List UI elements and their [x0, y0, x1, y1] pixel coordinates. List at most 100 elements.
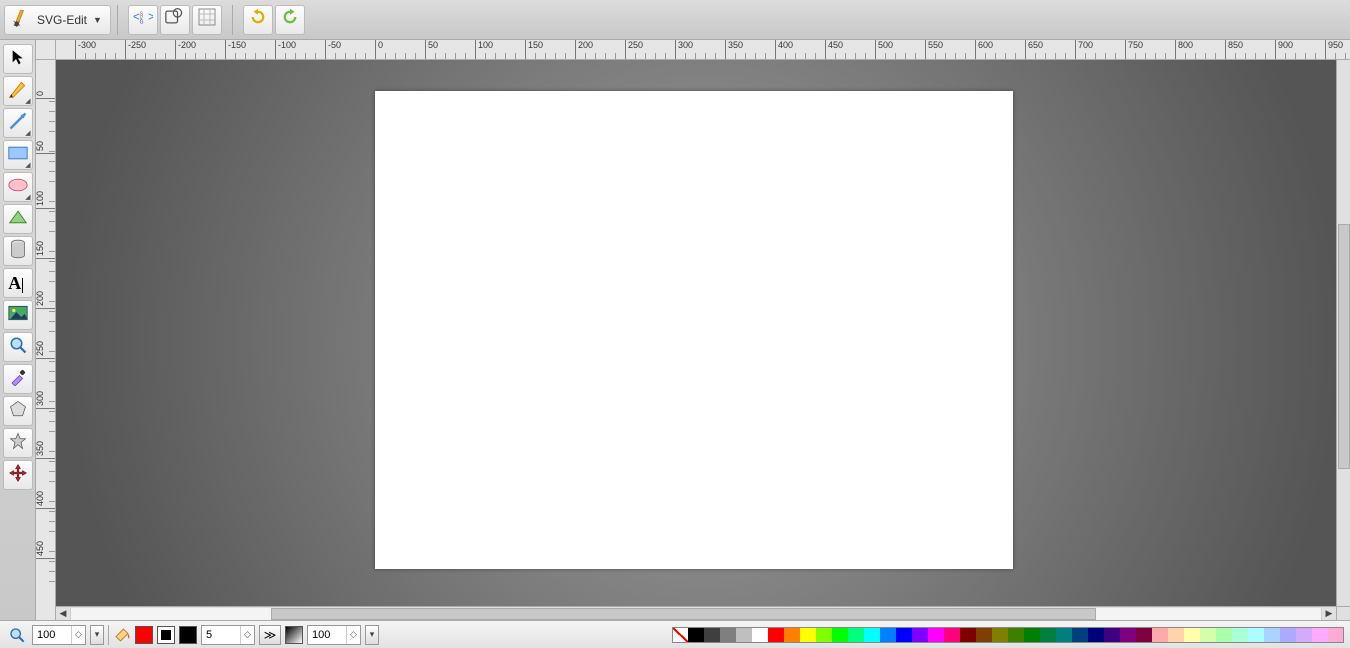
stepper-icon[interactable]: ◇	[240, 626, 254, 644]
opacity-input[interactable]: ◇	[307, 625, 361, 645]
palette-swatch[interactable]	[1184, 627, 1200, 643]
app-title: SVG-Edit	[37, 13, 87, 27]
scrollbar-thumb[interactable]	[1338, 224, 1350, 470]
zoom-input[interactable]: ◇	[32, 625, 86, 645]
palette-swatch[interactable]	[992, 627, 1008, 643]
palette-swatch[interactable]	[720, 627, 736, 643]
palette-swatch[interactable]	[1200, 627, 1216, 643]
fill-paint-icon[interactable]	[113, 626, 131, 644]
rect-tool[interactable]: ◢	[3, 140, 33, 170]
palette-swatch[interactable]	[1008, 627, 1024, 643]
main-menu-button[interactable]: SVG-Edit ▼	[4, 5, 111, 35]
eyedropper-icon	[9, 368, 27, 391]
move-icon	[9, 464, 27, 487]
move-tool[interactable]	[3, 460, 33, 490]
palette-swatch[interactable]	[912, 627, 928, 643]
scrollbar-thumb[interactable]	[271, 608, 1096, 620]
cylinder-tool[interactable]	[3, 236, 33, 266]
stepper-icon[interactable]: ◇	[346, 626, 360, 644]
svg-text:>: >	[148, 10, 153, 23]
palette-swatch[interactable]	[752, 627, 768, 643]
opacity-field[interactable]	[308, 626, 346, 644]
ruler-tick: 50	[425, 40, 438, 59]
palette-swatch[interactable]	[1264, 627, 1280, 643]
scroll-left-icon[interactable]: ◀	[56, 607, 70, 621]
vertical-scrollbar[interactable]	[1336, 60, 1350, 606]
palette-swatch[interactable]	[768, 627, 784, 643]
line-tool[interactable]: ◢	[3, 108, 33, 138]
select-tool[interactable]	[3, 44, 33, 74]
scroll-right-icon[interactable]: ▶	[1322, 607, 1336, 621]
zoom-value-field[interactable]	[33, 626, 71, 644]
fill-color-chip[interactable]	[135, 626, 153, 644]
palette-swatch[interactable]	[1232, 627, 1248, 643]
palette-swatch[interactable]	[864, 627, 880, 643]
palette-swatch[interactable]	[1216, 627, 1232, 643]
palette-swatch[interactable]	[1136, 627, 1152, 643]
palette-swatch[interactable]	[1120, 627, 1136, 643]
palette-swatch[interactable]	[800, 627, 816, 643]
polygon-icon	[9, 400, 27, 423]
vertical-ruler[interactable]: 050100150200250300350400450	[36, 60, 56, 620]
stroke-width-input[interactable]: ◇	[201, 625, 255, 645]
path-tool[interactable]	[3, 204, 33, 234]
redo-button[interactable]	[275, 5, 305, 35]
palette-swatch[interactable]	[1296, 627, 1312, 643]
ellipse-tool[interactable]: ◢	[3, 172, 33, 202]
stroke-color-chip[interactable]	[179, 626, 197, 644]
eyedropper-tool[interactable]	[3, 364, 33, 394]
zoom-icon[interactable]	[6, 624, 28, 646]
palette-swatch[interactable]	[1328, 627, 1344, 643]
document-properties-button[interactable]	[160, 5, 190, 35]
palette-swatch[interactable]	[1168, 627, 1184, 643]
palette-swatch[interactable]	[816, 627, 832, 643]
stroke-style-button[interactable]: ≫	[259, 625, 281, 645]
text-icon: A	[8, 273, 27, 294]
bottom-bar: ◇ ▾ ◇ ≫ ◇ ▾	[0, 620, 1350, 648]
stroke-preview-chip[interactable]	[157, 626, 175, 644]
scrollbar-track[interactable]	[70, 608, 1322, 620]
palette-swatch[interactable]	[1248, 627, 1264, 643]
palette-swatch[interactable]	[976, 627, 992, 643]
undo-button[interactable]	[243, 5, 273, 35]
text-tool[interactable]: A	[3, 268, 33, 298]
palette-swatch[interactable]	[1280, 627, 1296, 643]
work-area[interactable]: ◀ ▶	[56, 60, 1350, 620]
palette-swatch[interactable]	[1024, 627, 1040, 643]
stroke-width-field[interactable]	[202, 626, 240, 644]
palette-swatch[interactable]	[1072, 627, 1088, 643]
redo-icon	[281, 8, 299, 31]
star-tool[interactable]	[3, 428, 33, 458]
palette-swatch[interactable]	[672, 627, 688, 643]
image-tool[interactable]	[3, 300, 33, 330]
palette-swatch[interactable]	[1088, 627, 1104, 643]
zoom-tool[interactable]	[3, 332, 33, 362]
horizontal-ruler[interactable]: -300-250-200-150-100-5005010015020025030…	[56, 40, 1350, 60]
palette-swatch[interactable]	[1104, 627, 1120, 643]
zoom-dropdown[interactable]: ▾	[90, 625, 104, 645]
polygon-tool[interactable]	[3, 396, 33, 426]
palette-swatch[interactable]	[704, 627, 720, 643]
palette-swatch[interactable]	[960, 627, 976, 643]
palette-swatch[interactable]	[1056, 627, 1072, 643]
palette-swatch[interactable]	[1152, 627, 1168, 643]
palette-swatch[interactable]	[928, 627, 944, 643]
wireframe-button[interactable]	[192, 5, 222, 35]
palette-swatch[interactable]	[1312, 627, 1328, 643]
palette-swatch[interactable]	[832, 627, 848, 643]
palette-swatch[interactable]	[896, 627, 912, 643]
palette-swatch[interactable]	[880, 627, 896, 643]
opacity-dropdown[interactable]: ▾	[365, 625, 379, 645]
palette-swatch[interactable]	[784, 627, 800, 643]
palette-swatch[interactable]	[688, 627, 704, 643]
horizontal-scrollbar[interactable]: ◀ ▶	[56, 606, 1336, 620]
undo-icon	[249, 8, 267, 31]
pencil-tool[interactable]: ◢	[3, 76, 33, 106]
palette-swatch[interactable]	[736, 627, 752, 643]
edit-svg-source-button[interactable]: < > S V G	[128, 5, 158, 35]
drawing-canvas[interactable]	[375, 91, 1013, 569]
stepper-icon[interactable]: ◇	[71, 626, 85, 644]
palette-swatch[interactable]	[848, 627, 864, 643]
palette-swatch[interactable]	[1040, 627, 1056, 643]
palette-swatch[interactable]	[944, 627, 960, 643]
